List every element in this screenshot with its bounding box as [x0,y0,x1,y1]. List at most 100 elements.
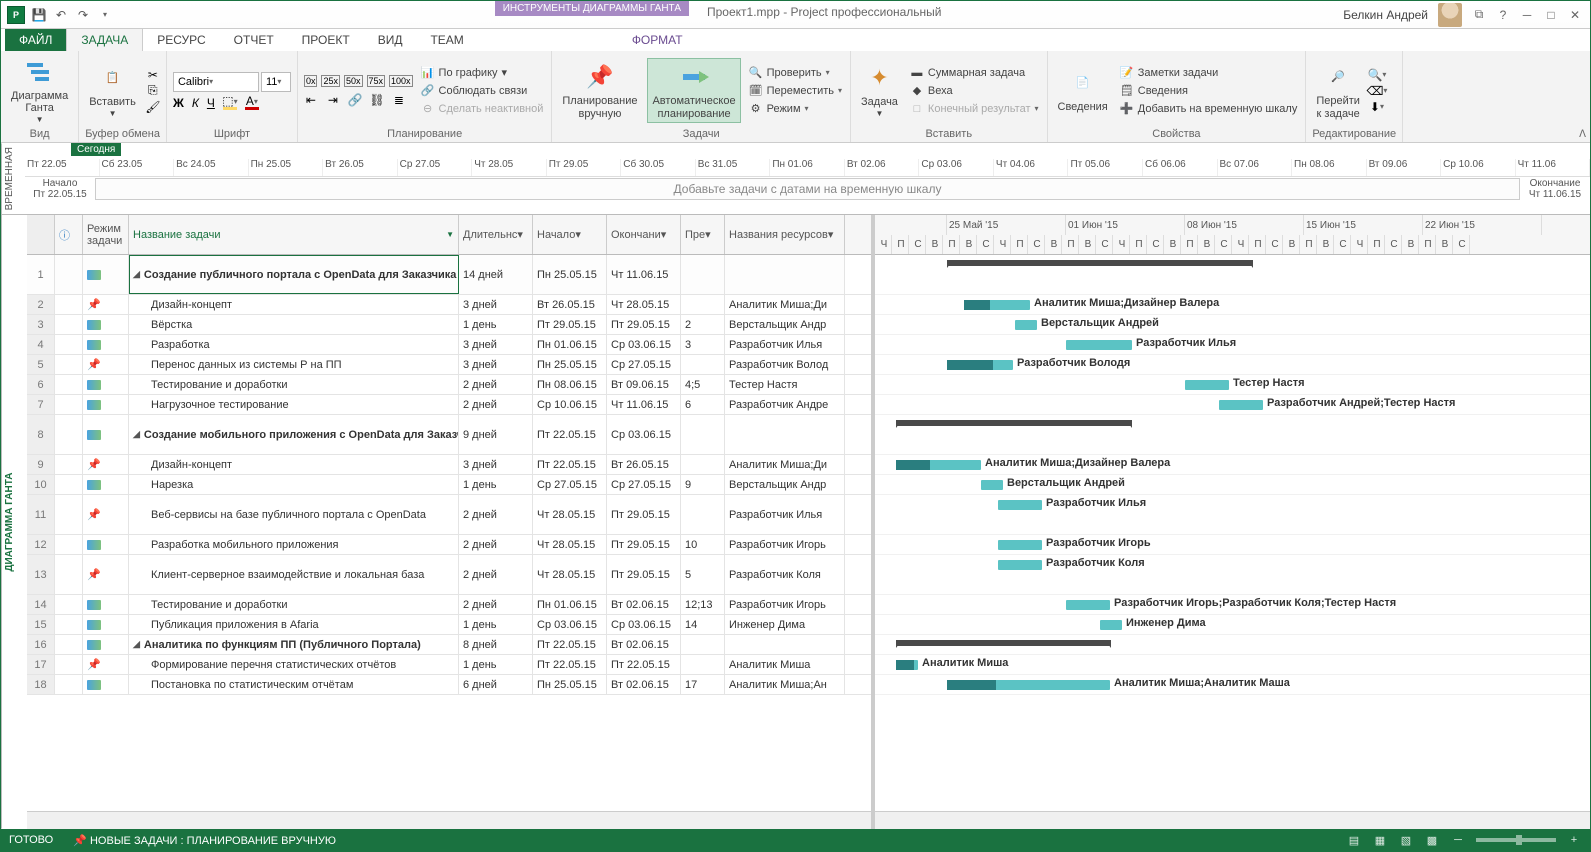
grid-cell[interactable]: 13 [27,555,55,594]
move-button[interactable]: 🗓Переместить [747,83,844,99]
table-row[interactable]: 9📌Дизайн-концепт3 днейПт 22.05.15Вт 26.0… [27,455,871,475]
grid-cell[interactable]: Пт 29.05.15 [533,315,607,334]
grid-cell[interactable]: Инженер Дима [725,615,845,634]
grid-cell[interactable]: 1 день [459,615,533,634]
unlink-icon[interactable]: ⛓ [370,93,384,107]
grid-cell[interactable]: Вт 02.06.15 [607,635,681,654]
task-bar[interactable]: Разработчик Игорь;Разработчик Коля;Тесте… [1066,600,1110,610]
grid-cell[interactable] [681,415,725,454]
grid-cell[interactable] [55,475,83,494]
grid-cell[interactable]: Пт 22.05.15 [607,655,681,674]
grid-cell[interactable]: Ср 03.06.15 [533,615,607,634]
grid-cell[interactable] [725,255,845,294]
inspect-button[interactable]: 🔍Проверить [747,65,844,81]
auto-schedule-button[interactable]: Автоматическое планирование [647,58,740,122]
tab-task[interactable]: ЗАДАЧА [66,28,143,51]
grid-cell[interactable] [83,475,129,494]
grid-cell[interactable]: Ср 27.05.15 [607,355,681,374]
grid-cell[interactable] [681,655,725,674]
summary-bar[interactable] [896,640,1111,650]
respect-links-button[interactable]: 🔗Соблюдать связи [419,83,546,99]
task-bar[interactable]: Разработчик Володя [947,360,1013,370]
grid-cell[interactable]: Пт 22.05.15 [533,415,607,454]
grid-cell[interactable] [55,535,83,554]
grid-cell[interactable]: 14 [27,595,55,614]
task-bar[interactable]: Верстальщик Андрей [981,480,1003,490]
grid-cell[interactable]: 2 дней [459,375,533,394]
grid-cell[interactable]: Разработка [129,335,459,354]
pct-100-icon[interactable]: 100х [389,75,413,87]
grid-cell[interactable]: Ср 27.05.15 [607,475,681,494]
table-row[interactable]: 18Постановка по статистическим отчётам6 … [27,675,871,695]
summary-bar[interactable] [947,260,1253,270]
grid-cell[interactable]: Разработчик Илья [725,335,845,354]
grid-cell[interactable]: 6 [27,375,55,394]
grid-cell[interactable]: Создание мобильного приложения с OpenDat… [129,415,459,454]
grid-cell[interactable] [55,415,83,454]
task-bar[interactable]: Аналитик Миша;Дизайнер Валера [964,300,1030,310]
grid-cell[interactable]: Аналитика по функциям ПП (Публичного Пор… [129,635,459,654]
task-bar[interactable]: Разработчик Илья [1066,340,1132,350]
zoom-out-icon[interactable]: ─ [1450,832,1466,848]
grid-cell[interactable]: Чт 28.05.15 [607,295,681,314]
grid-cell[interactable]: Постановка по статистическим отчётам [129,675,459,694]
close-icon[interactable]: ✕ [1568,8,1582,22]
grid-cell[interactable]: 7 [27,395,55,414]
grid-cell[interactable]: Аналитик Миша [725,655,845,674]
clear-icon[interactable]: ⌫ [1370,84,1384,98]
bold-button[interactable]: Ж [173,96,184,110]
grid-cell[interactable] [55,335,83,354]
grid-cell[interactable]: 9 дней [459,415,533,454]
grid-cell[interactable]: 3 [27,315,55,334]
grid-cell[interactable]: 📌 [83,495,129,534]
grid-cell[interactable]: Верстальщик Андр [725,315,845,334]
grid-cell[interactable]: Пт 22.05.15 [533,655,607,674]
grid-cell[interactable]: 14 дней [459,255,533,294]
save-icon[interactable]: 💾 [31,7,47,23]
grid-cell[interactable]: Ср 03.06.15 [607,415,681,454]
table-row[interactable]: 3Вёрстка1 деньПт 29.05.15Пт 29.05.152Вер… [27,315,871,335]
grid-cell[interactable]: Ср 03.06.15 [607,335,681,354]
col-header-rownum[interactable] [27,215,55,254]
table-row[interactable]: 2📌Дизайн-концепт3 днейВт 26.05.15Чт 28.0… [27,295,871,315]
grid-cell[interactable] [55,495,83,534]
grid-cell[interactable]: 📌 [83,655,129,674]
grid-cell[interactable]: 10 [27,475,55,494]
grid-cell[interactable] [83,335,129,354]
table-row[interactable]: 15Публикация приложения в Afaria1 деньСр… [27,615,871,635]
grid-cell[interactable] [725,415,845,454]
table-row[interactable]: 11📌Веб-сервисы на базе публичного портал… [27,495,871,535]
grid-cell[interactable]: 14 [681,615,725,634]
grid-cell[interactable] [83,595,129,614]
grid-cell[interactable]: 17 [681,675,725,694]
tab-resource[interactable]: РЕСУРС [143,29,219,51]
grid-cell[interactable]: Дизайн-концепт [129,295,459,314]
grid-cell[interactable]: Разработчик Коля [725,555,845,594]
table-row[interactable]: 14Тестирование и доработки2 днейПн 01.06… [27,595,871,615]
status-new-tasks[interactable]: 📌 НОВЫЕ ЗАДАЧИ : ПЛАНИРОВАНИЕ ВРУЧНУЮ [73,834,336,847]
paste-button[interactable]: 📋 Вставить▼ [85,60,140,121]
pct-25-icon[interactable]: 25х [321,75,340,87]
grid-cell[interactable]: Перенос данных из системы Р на ПП [129,355,459,374]
grid-cell[interactable] [83,395,129,414]
grid-cell[interactable]: 2 [27,295,55,314]
grid-cell[interactable] [681,495,725,534]
minimize-icon[interactable]: ─ [1520,8,1534,22]
grid-cell[interactable]: Тестирование и доработки [129,595,459,614]
grid-cell[interactable]: 8 дней [459,635,533,654]
deliverable-button[interactable]: □Конечный результат [908,101,1041,117]
help-icon[interactable]: ? [1496,8,1510,22]
grid-cell[interactable]: 3 дней [459,335,533,354]
tab-project[interactable]: ПРОЕКТ [288,29,364,51]
grid-hscroll[interactable] [27,811,871,829]
grid-cell[interactable] [55,295,83,314]
grid-cell[interactable]: Нагрузочное тестирование [129,395,459,414]
table-row[interactable]: 12Разработка мобильного приложения2 дней… [27,535,871,555]
details-button[interactable]: 🗒Сведения [1118,83,1300,99]
grid-cell[interactable]: Пн 25.05.15 [533,675,607,694]
grid-cell[interactable]: 2 дней [459,395,533,414]
restore-icon[interactable]: ⧉ [1472,8,1486,22]
information-button[interactable]: 📄 Сведения [1054,65,1112,115]
grid-cell[interactable]: Пн 25.05.15 [533,255,607,294]
grid-cell[interactable]: 1 день [459,655,533,674]
